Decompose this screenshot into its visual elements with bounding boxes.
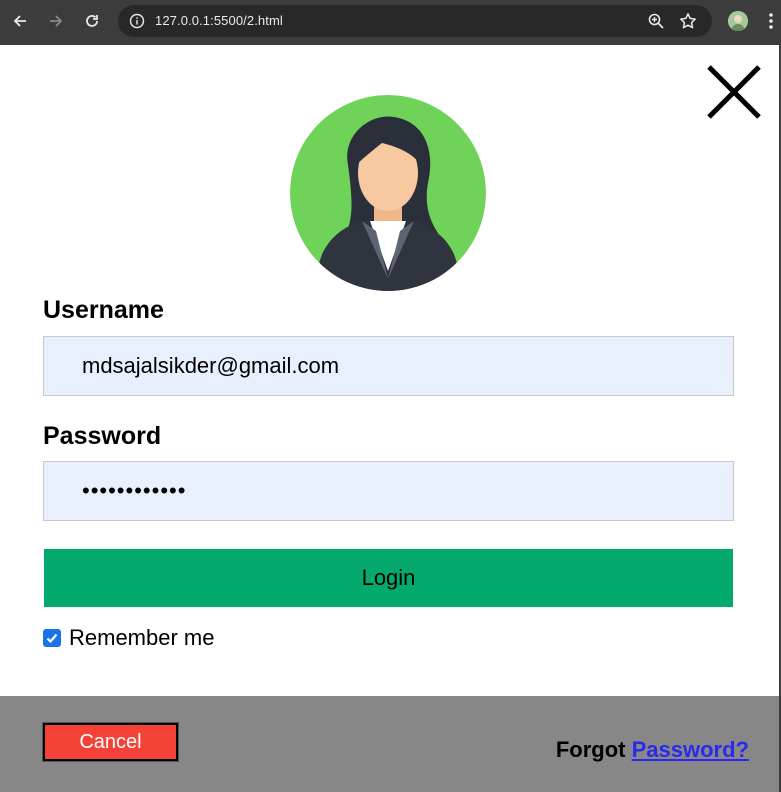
profile-avatar[interactable] — [728, 11, 748, 31]
remember-checkbox[interactable] — [43, 629, 61, 647]
cancel-button[interactable]: Cancel — [42, 722, 179, 762]
url-text[interactable]: 127.0.0.1:5500/2.html — [155, 13, 283, 28]
password-label: Password — [43, 422, 162, 450]
password-input[interactable]: •••••••••••• — [43, 461, 734, 521]
bookmark-star-icon[interactable] — [679, 12, 697, 30]
menu-dots-icon[interactable] — [768, 11, 774, 31]
site-info-icon[interactable] — [129, 13, 145, 29]
remember-label: Remember me — [69, 625, 215, 650]
forgot-password-link[interactable]: Password? — [632, 737, 749, 762]
footer-bar: Cancel Forgot Password? — [0, 696, 779, 792]
address-bar[interactable]: 127.0.0.1:5500/2.html — [118, 5, 712, 37]
avatar-image — [290, 95, 486, 291]
forgot-password: Forgot Password? — [556, 737, 749, 763]
forgot-prefix: Forgot — [555, 737, 626, 762]
back-icon[interactable] — [8, 9, 32, 33]
reload-icon[interactable] — [80, 9, 104, 33]
login-button[interactable]: Login — [44, 549, 733, 607]
username-input[interactable] — [43, 336, 734, 396]
username-label: Username — [43, 296, 164, 324]
close-icon[interactable] — [705, 65, 763, 123]
forward-icon[interactable] — [44, 9, 68, 33]
login-modal: Username Password •••••••••••• Login Rem… — [0, 45, 779, 792]
zoom-icon[interactable] — [647, 12, 665, 30]
browser-toolbar: 127.0.0.1:5500/2.html — [0, 0, 781, 45]
remember-me: Remember me — [43, 625, 214, 651]
